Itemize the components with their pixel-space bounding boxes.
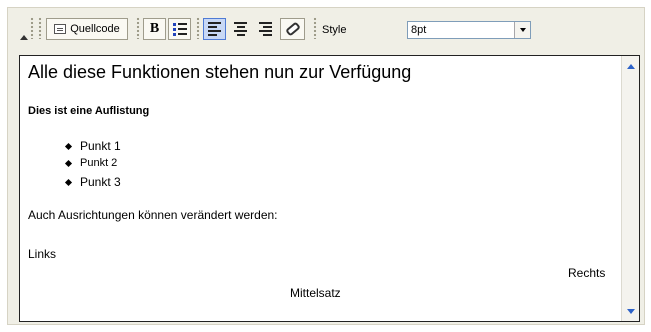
- editor-content-area[interactable]: Alle diese Funktionen stehen nun zur Ver…: [19, 55, 640, 322]
- source-code-button[interactable]: Quellcode: [46, 18, 128, 40]
- right-aligned-text: Rechts: [568, 266, 606, 280]
- unordered-list-icon: [172, 22, 187, 36]
- bold-icon: B: [149, 21, 160, 36]
- vertical-scrollbar[interactable]: [621, 56, 639, 321]
- toolbar-grip[interactable]: [196, 17, 200, 39]
- align-left-button[interactable]: [203, 18, 226, 40]
- toolbar-grip[interactable]: [30, 17, 34, 39]
- bullet-icon: [64, 142, 73, 150]
- bullet-icon: [64, 159, 73, 167]
- toolbar-grip[interactable]: [38, 17, 42, 39]
- toolbar-collapse-icon[interactable]: [20, 35, 28, 40]
- toolbar-grip[interactable]: [313, 17, 317, 39]
- list-item-label: Punkt 3: [80, 175, 121, 189]
- toolbar-grip[interactable]: [136, 17, 140, 39]
- editor-toolbar: Quellcode B Style 8pt: [18, 10, 558, 42]
- list-item-label: Punkt 1: [80, 139, 121, 153]
- align-center-button[interactable]: [229, 18, 252, 40]
- content-subheading: Dies ist eine Auflistung: [28, 105, 150, 117]
- scroll-up-arrow-icon: [626, 64, 635, 69]
- remove-format-button[interactable]: [280, 18, 305, 40]
- scroll-up-button[interactable]: [622, 58, 639, 75]
- center-aligned-text: Mittelsatz: [290, 286, 341, 300]
- scroll-down-button[interactable]: [622, 303, 639, 320]
- list-item-label: Punkt 2: [80, 157, 118, 169]
- left-aligned-text: Links: [28, 247, 57, 261]
- list-item: Punkt 2: [64, 157, 118, 169]
- unordered-list-button[interactable]: [168, 18, 191, 40]
- style-select-value: 8pt: [411, 24, 427, 36]
- align-right-icon: [259, 22, 272, 36]
- source-code-icon: [54, 24, 67, 34]
- style-label: Style: [322, 24, 347, 36]
- list-item: Punkt 3: [64, 175, 121, 189]
- source-code-label: Quellcode: [70, 23, 120, 35]
- bullet-icon: [64, 178, 73, 186]
- align-right-button[interactable]: [254, 18, 277, 40]
- align-center-icon: [234, 22, 247, 36]
- eraser-icon: [284, 21, 301, 37]
- content-heading: Alle diese Funktionen stehen nun zur Ver…: [28, 62, 412, 82]
- align-left-icon: [208, 22, 221, 36]
- scroll-down-arrow-icon: [626, 309, 635, 314]
- dropdown-arrow-icon: [519, 28, 526, 32]
- style-dropdown-button[interactable]: [514, 22, 530, 38]
- alignment-paragraph: Auch Ausrichtungen können verändert werd…: [28, 208, 278, 222]
- style-select[interactable]: 8pt: [407, 21, 531, 39]
- bold-button[interactable]: B: [143, 18, 166, 40]
- list-item: Punkt 1: [64, 139, 121, 153]
